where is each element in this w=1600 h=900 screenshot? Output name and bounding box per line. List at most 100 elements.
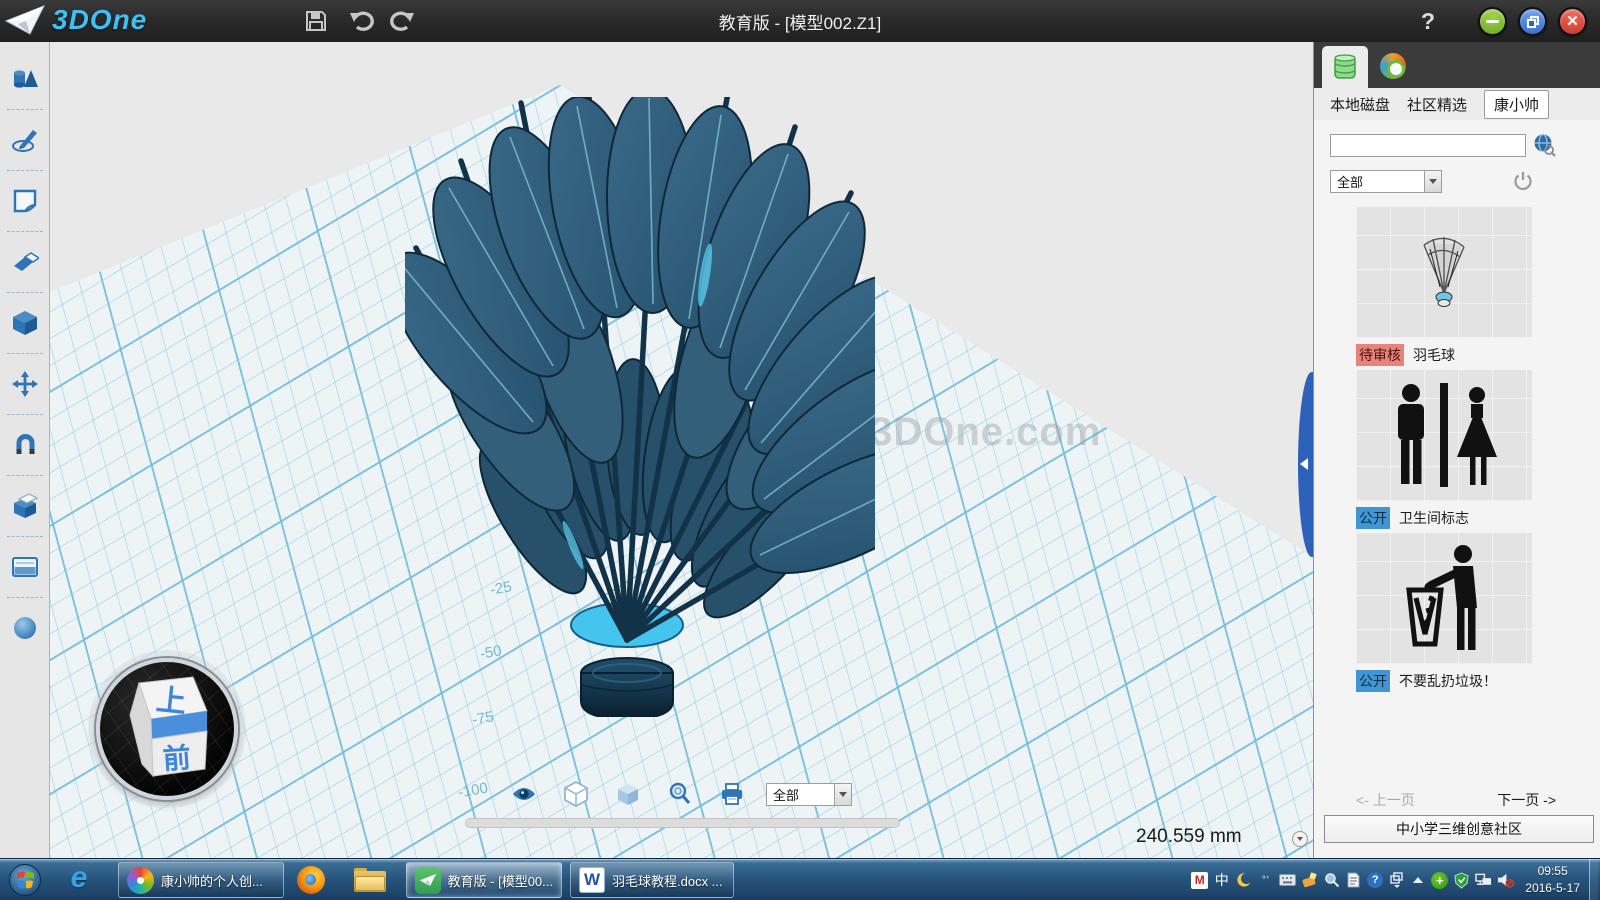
model-name: 不要乱扔垃圾！	[1399, 671, 1497, 691]
library-tab-strip	[1314, 42, 1600, 88]
material-tool-button[interactable]	[3, 605, 47, 651]
undo-icon	[349, 8, 375, 34]
tray-restore-icon[interactable]	[1388, 872, 1405, 889]
status-badge: 待审核	[1356, 344, 1404, 366]
local-library-tab[interactable]	[1322, 46, 1368, 88]
explorer-taskbar-icon[interactable]	[350, 863, 390, 897]
magnet-tool-button[interactable]	[3, 422, 47, 468]
tab-user-kangxiaoshuai[interactable]: 康小帅	[1484, 90, 1549, 119]
tray-moon-icon[interactable]	[1235, 872, 1252, 889]
internet-explorer-icon: e	[71, 861, 88, 895]
model-caption: 公开 不要乱扔垃圾！	[1356, 670, 1532, 692]
search-button[interactable]	[1532, 133, 1556, 157]
panel-collapse-handle[interactable]	[1298, 372, 1313, 557]
print-icon	[720, 783, 744, 805]
taskbar-clock[interactable]: 09:55 2016-5-17	[1525, 863, 1580, 898]
tray-document-icon[interactable]	[1345, 872, 1362, 889]
restore-icon	[1527, 16, 1539, 28]
search-input[interactable]	[1330, 134, 1526, 157]
taskbar-window-3done[interactable]: 教育版 - [模型00...	[406, 862, 562, 898]
paper-plane-icon	[4, 3, 46, 37]
model-name: 羽毛球	[1413, 345, 1455, 365]
erase-tool-button[interactable]	[3, 239, 47, 285]
power-icon	[1512, 170, 1534, 192]
library-filter-dropdown[interactable]: 全部	[1330, 170, 1442, 193]
firefox-taskbar-icon[interactable]	[294, 863, 328, 897]
taskbar-window-word[interactable]: W 羽毛球教程.docx ...	[570, 862, 734, 898]
tray-m-icon[interactable]: M	[1191, 872, 1208, 889]
badminton-sketch-image	[1406, 227, 1482, 319]
model-thumbnail[interactable]	[1356, 533, 1532, 664]
nav-cube-ring[interactable]: 上 前	[96, 658, 238, 800]
toolbar-separator	[7, 597, 43, 598]
dropdown-arrow-icon[interactable]	[834, 784, 851, 805]
show-desktop-button[interactable]	[1589, 859, 1598, 900]
surface-tool-button[interactable]	[3, 178, 47, 224]
feature-tool-button[interactable]	[3, 300, 47, 346]
sketch-tool-button[interactable]	[3, 117, 47, 163]
tray-keyboard-icon[interactable]	[1279, 872, 1296, 889]
move-tool-button[interactable]	[3, 361, 47, 407]
viewport-3d[interactable]: -25 -50 -75 -100 i3DOne.com	[50, 42, 1313, 858]
logout-power-button[interactable]	[1512, 170, 1534, 192]
measurement-expand-button[interactable]	[1292, 831, 1308, 847]
save-button[interactable]	[302, 7, 330, 35]
taskbar-window-browser[interactable]: 康小帅的个人创...	[118, 862, 284, 898]
prev-page-button[interactable]: <- 上一页	[1356, 790, 1415, 810]
dropdown-arrow-icon[interactable]	[1424, 171, 1441, 192]
sketch-surface-icon	[11, 188, 39, 214]
restore-button[interactable]	[1518, 7, 1547, 36]
community-link-button[interactable]: 中小学三维创意社区	[1324, 815, 1594, 843]
tray-network-icon[interactable]	[1475, 872, 1492, 889]
combine-tool-button[interactable]	[3, 483, 47, 529]
section-tool-button[interactable]	[3, 544, 47, 590]
tray-360-icon[interactable]: +	[1431, 872, 1448, 889]
model-card-restroom[interactable]: 公开 卫生间标志	[1356, 370, 1532, 529]
tray-volume-muted-icon[interactable]	[1497, 872, 1514, 889]
sketch-pen-icon	[11, 127, 39, 153]
tray-shield-icon[interactable]	[1453, 872, 1470, 889]
eraser-icon	[11, 249, 39, 275]
shaded-view-button[interactable]	[616, 782, 640, 806]
next-page-button[interactable]: 下一页 ->	[1497, 790, 1556, 810]
tray-ime-indicator[interactable]: 中	[1213, 872, 1230, 889]
model-thumbnail[interactable]	[1356, 207, 1532, 338]
tab-community-picks[interactable]: 社区精选	[1407, 94, 1467, 115]
feature-cube-icon	[11, 309, 39, 337]
toolbar-separator	[7, 353, 43, 354]
wireframe-view-button[interactable]	[564, 782, 588, 806]
ie-taskbar-icon[interactable]: e	[62, 863, 96, 897]
model-card-litter[interactable]: 公开 不要乱扔垃圾！	[1356, 533, 1532, 692]
nav-cube[interactable]: 上 前	[115, 673, 219, 785]
model-card-badminton[interactable]: 待审核 羽毛球	[1356, 207, 1532, 366]
close-button[interactable]: ✕	[1558, 7, 1587, 36]
tray-search-icon[interactable]	[1323, 872, 1340, 889]
library-filter-value: 全部	[1331, 172, 1424, 191]
combine-icon	[11, 492, 39, 520]
horizontal-scrollbar[interactable]	[465, 818, 900, 828]
taskbar: e 康小帅的个人创... 教育版 - [模型00... W 羽毛球教程.docx…	[0, 858, 1600, 900]
taskbar-window-label: 康小帅的个人创...	[161, 871, 263, 890]
model-thumbnail[interactable]	[1356, 370, 1532, 501]
taskbar-window-label: 教育版 - [模型00...	[448, 871, 553, 890]
view-filter-dropdown[interactable]: 全部	[766, 783, 852, 806]
tab-local-disk[interactable]: 本地磁盘	[1330, 94, 1390, 115]
nav-cube-widget[interactable]: 上 前	[96, 658, 238, 800]
help-button[interactable]: ?	[1414, 6, 1442, 36]
tray-help-icon[interactable]: ?	[1367, 872, 1383, 888]
library-panel: 本地磁盘 社区精选 康小帅 全部	[1313, 42, 1600, 858]
primitives-tool-button[interactable]	[3, 56, 47, 102]
print-button[interactable]	[720, 782, 744, 806]
undo-button[interactable]	[348, 7, 376, 35]
tray-expand-icon[interactable]	[1413, 877, 1423, 883]
start-button[interactable]	[8, 863, 42, 897]
tray-paint-icon[interactable]	[1301, 872, 1318, 889]
minimize-button[interactable]	[1478, 7, 1507, 36]
tray-degree-indicator[interactable]: °'	[1257, 872, 1274, 889]
zoom-view-button[interactable]	[668, 782, 692, 806]
visibility-button[interactable]	[512, 782, 536, 806]
community-library-tab[interactable]	[1378, 51, 1408, 81]
redo-button[interactable]	[388, 7, 416, 35]
toolbar-separator	[7, 536, 43, 537]
view-toolbar	[512, 782, 744, 806]
